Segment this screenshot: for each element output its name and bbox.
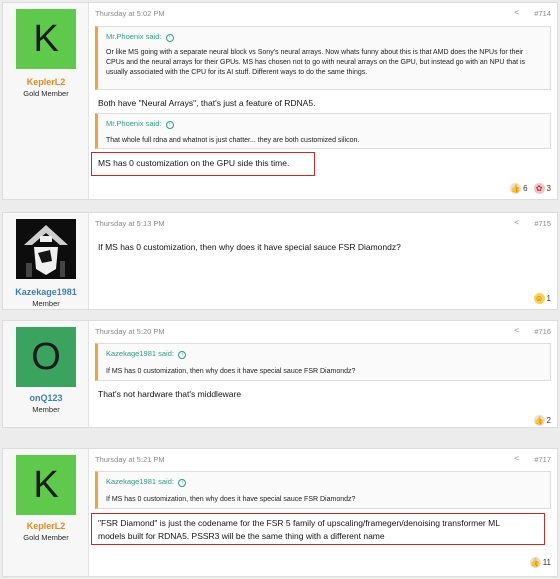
post-meta: Thursday at 5:13 PM < #715 bbox=[95, 218, 551, 231]
post-main: Thursday at 5:13 PM < #715 If MS has 0 c… bbox=[95, 213, 551, 309]
post-body-line: "FSR Diamond" is just the codename for t… bbox=[98, 518, 500, 528]
post-number[interactable]: #716 bbox=[534, 327, 551, 336]
quote-text: If MS has 0 customization, then why does… bbox=[106, 368, 356, 375]
user-panel: O onQ123 Member bbox=[3, 321, 89, 427]
post-717: K KeplerL2 Gold Member Thursday at 5:21 … bbox=[2, 448, 558, 577]
username-link[interactable]: Kazekage1981 bbox=[3, 287, 89, 297]
quote-author-label: Mr.Phoenix said: bbox=[106, 32, 162, 41]
username-link[interactable]: KeplerL2 bbox=[3, 77, 89, 87]
post-meta: Thursday at 5:21 PM < #717 bbox=[95, 454, 551, 467]
post-body-line: If MS has 0 customization, then why does… bbox=[98, 242, 401, 252]
user-panel: Kazekage1981 Member bbox=[3, 213, 89, 309]
share-icon[interactable]: < bbox=[514, 326, 519, 335]
username-link[interactable]: KeplerL2 bbox=[3, 521, 89, 531]
post-meta: Thursday at 5:20 PM < #716 bbox=[95, 326, 551, 339]
post-body-line: models built for RDNA5. PSSR3 will be th… bbox=[98, 531, 385, 541]
user-panel: K KeplerL2 Gold Member bbox=[3, 3, 89, 199]
post-716: O onQ123 Member Thursday at 5:20 PM < #7… bbox=[2, 320, 558, 428]
arrow-up-icon[interactable]: ↑ bbox=[165, 121, 174, 129]
quote-text: Or like MS going with a separate neural … bbox=[106, 49, 526, 76]
user-title: Gold Member bbox=[23, 89, 69, 98]
user-title: Member bbox=[32, 405, 60, 414]
post-number[interactable]: #715 bbox=[534, 219, 551, 228]
avatar[interactable]: K bbox=[16, 455, 76, 515]
reactions-bar[interactable]: 👍 2 bbox=[533, 413, 551, 427]
user-title: Member bbox=[32, 299, 60, 308]
avatar[interactable] bbox=[16, 219, 76, 279]
post-body-line: Both have "Neural Arrays", that's just a… bbox=[98, 98, 316, 108]
post-main: Thursday at 5:02 PM < #714 Mr.Phoenix sa… bbox=[91, 3, 551, 199]
arrow-up-icon[interactable]: ↑ bbox=[178, 351, 187, 359]
share-icon[interactable]: < bbox=[514, 218, 519, 227]
quote-text: If MS has 0 customization, then why does… bbox=[106, 496, 356, 503]
quote-block: Mr.Phoenix said: ↑ Or like MS going with… bbox=[95, 26, 551, 90]
quote-author-label: Kazekage1981 said: bbox=[106, 477, 174, 486]
reaction-count: 11 bbox=[542, 557, 551, 567]
reaction-count: 2 bbox=[546, 415, 551, 425]
reaction-count: 1 bbox=[546, 293, 551, 303]
thumbs-up-icon: 👍 bbox=[533, 414, 545, 426]
arrow-up-icon[interactable]: ↑ bbox=[178, 479, 187, 487]
avatar[interactable]: O bbox=[16, 327, 76, 387]
reactions-bar[interactable]: ☺ 1 bbox=[533, 291, 551, 305]
post-main: Thursday at 5:21 PM < #717 Kazekage1981 … bbox=[91, 449, 551, 576]
avatar[interactable]: K bbox=[16, 9, 76, 69]
user-panel: K KeplerL2 Gold Member bbox=[3, 449, 89, 576]
thumbs-up-icon: 👍 bbox=[510, 182, 522, 194]
quote-block: Kazekage1981 said: ↑ If MS has 0 customi… bbox=[95, 343, 551, 381]
reaction-brain[interactable]: ✿ 3 bbox=[533, 182, 551, 194]
brain-icon: ✿ bbox=[533, 182, 545, 194]
quote-author[interactable]: Kazekage1981 said: ↑ bbox=[106, 349, 187, 359]
reaction-laughing[interactable]: ☺ 1 bbox=[533, 292, 551, 304]
avatar-letter: K bbox=[33, 463, 59, 506]
quote-block: Mr.Phoenix said: ↑ That whole full rdna … bbox=[95, 113, 551, 149]
arrow-up-icon[interactable]: ↑ bbox=[165, 34, 174, 42]
quote-author[interactable]: Kazekage1981 said: ↑ bbox=[106, 477, 187, 487]
share-icon[interactable]: < bbox=[514, 8, 519, 17]
post-date[interactable]: Thursday at 5:21 PM bbox=[95, 455, 165, 464]
quote-author[interactable]: Mr.Phoenix said: ↑ bbox=[106, 119, 174, 129]
reactions-bar[interactable]: 👍 11 bbox=[529, 555, 551, 569]
reaction-thumbs-up[interactable]: 👍 6 bbox=[510, 182, 528, 194]
post-body-line: MS has 0 customization on the GPU side t… bbox=[98, 158, 290, 168]
post-number[interactable]: #714 bbox=[534, 9, 551, 18]
post-date[interactable]: Thursday at 5:13 PM bbox=[95, 219, 165, 228]
share-icon[interactable]: < bbox=[514, 454, 519, 463]
quote-block: Kazekage1981 said: ↑ If MS has 0 customi… bbox=[95, 471, 551, 509]
reaction-thumbs-up[interactable]: 👍 11 bbox=[529, 556, 551, 568]
post-date[interactable]: Thursday at 5:20 PM bbox=[95, 327, 165, 336]
user-title: Gold Member bbox=[23, 533, 69, 542]
post-date[interactable]: Thursday at 5:02 PM bbox=[95, 9, 165, 18]
post-715: Kazekage1981 Member Thursday at 5:13 PM … bbox=[2, 212, 558, 310]
laughing-face-icon: ☺ bbox=[533, 292, 545, 304]
reaction-count: 6 bbox=[523, 183, 528, 193]
post-main: Thursday at 5:20 PM < #716 Kazekage1981 … bbox=[95, 321, 551, 427]
avatar-letter: O bbox=[31, 335, 61, 378]
post-714: K KeplerL2 Gold Member Thursday at 5:02 … bbox=[2, 2, 558, 200]
post-body-line: That's not hardware that's middleware bbox=[98, 389, 242, 399]
reaction-thumbs-up[interactable]: 👍 2 bbox=[533, 414, 551, 426]
reactions-bar[interactable]: 👍 6 ✿ 3 bbox=[510, 181, 551, 195]
avatar-letter: K bbox=[33, 17, 59, 60]
reaction-count: 3 bbox=[546, 183, 551, 193]
quote-author-label: Kazekage1981 said: bbox=[106, 349, 174, 358]
quote-author-label: Mr.Phoenix said: bbox=[106, 119, 162, 128]
post-meta: Thursday at 5:02 PM < #714 bbox=[95, 8, 551, 21]
quote-text: That whole full rdna and whatnot is just… bbox=[106, 137, 360, 144]
ninja-avatar-image bbox=[16, 219, 76, 279]
quote-author[interactable]: Mr.Phoenix said: ↑ bbox=[106, 32, 174, 42]
username-link[interactable]: onQ123 bbox=[3, 393, 89, 403]
thumbs-up-icon: 👍 bbox=[529, 556, 541, 568]
post-number[interactable]: #717 bbox=[534, 455, 551, 464]
